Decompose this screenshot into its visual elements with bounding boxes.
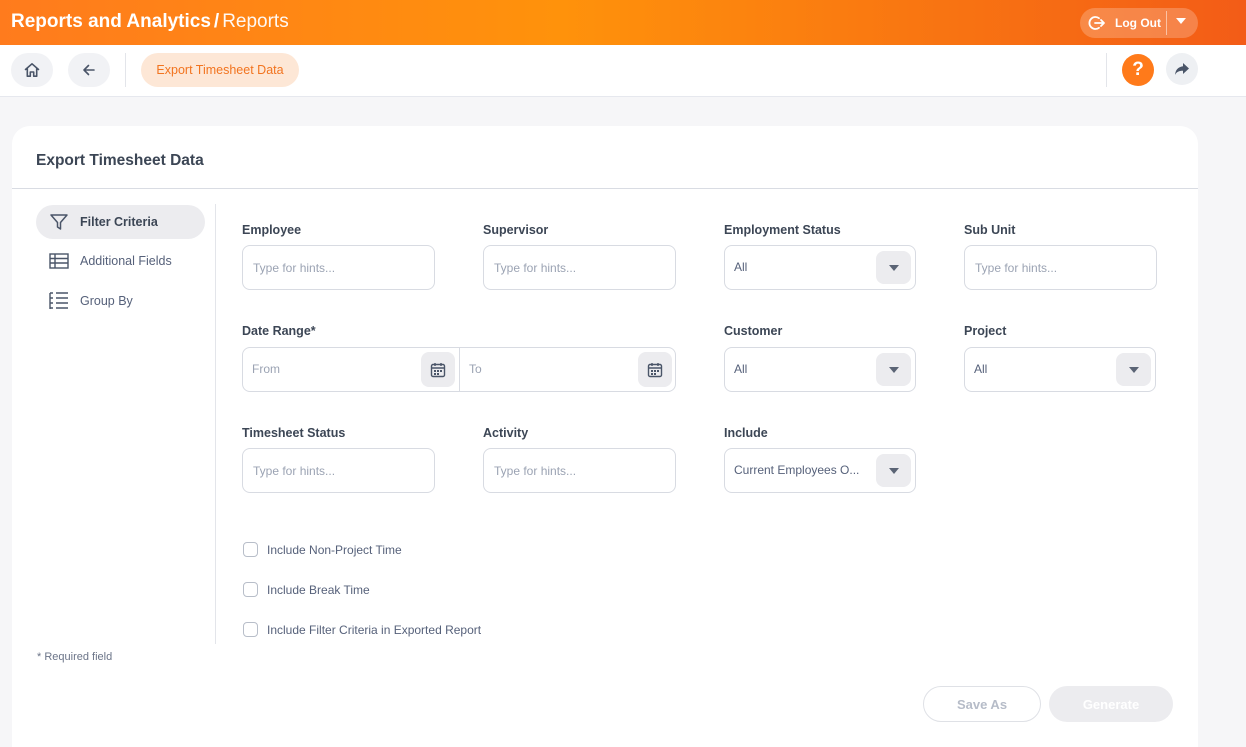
sidebar-item-label: Additional Fields [80,254,172,268]
activity-input[interactable] [483,448,676,493]
activity-label: Activity [483,426,529,440]
customer-value: All [734,362,748,376]
calendar-icon[interactable] [421,352,455,387]
card-divider [12,188,1198,189]
toolbar-divider [125,53,126,87]
timesheet-status-label: Timesheet Status [242,426,346,440]
list-tree-icon [48,291,70,311]
filter-icon [48,212,70,232]
date-to-placeholder: To [469,362,482,376]
page-title: Reports and Analytics / Reports [11,11,289,33]
include-value: Current Employees O... [734,463,860,477]
sidebar-item-label: Filter Criteria [80,215,158,229]
non-project-time-checkbox-row[interactable]: Include Non-Project Time [243,542,402,557]
employment-status-value: All [734,260,748,274]
arrow-left-icon [83,64,95,76]
chevron-down-icon[interactable] [1176,18,1186,24]
customer-select[interactable]: All [724,347,916,392]
share-icon [1175,63,1189,75]
employee-label: Employee [242,223,302,237]
date-from-placeholder: From [252,362,280,376]
sidebar-item-additional-fields[interactable]: Additional Fields [36,244,205,278]
card-title: Export Timesheet Data [36,152,204,169]
filter-criteria-label: Include Filter Criteria in Exported Repo… [267,622,482,637]
project-select[interactable]: All [964,347,1156,392]
non-project-time-checkbox[interactable] [243,542,258,557]
sidebar-item-filter-criteria[interactable]: Filter Criteria [36,205,205,239]
section-title: Reports [222,11,289,32]
report-card: Export Timesheet Data Filter Criteria Ad… [12,126,1198,747]
include-label: Include [724,426,768,440]
project-label: Project [964,324,1007,338]
toolbar-divider-right [1106,53,1107,87]
date-range-field: From To [242,347,676,392]
share-button[interactable] [1166,53,1198,85]
help-icon: ? [1132,59,1144,80]
table-icon [48,251,70,271]
title-separator: / [213,11,220,32]
employee-input[interactable] [242,245,435,290]
chevron-down-icon[interactable] [876,353,911,386]
home-button[interactable] [11,53,53,87]
required-field-note: * Required field [37,651,113,663]
back-button[interactable] [68,53,110,87]
logout-divider [1166,11,1167,35]
non-project-time-label: Include Non-Project Time [267,542,402,557]
top-header-bar: Reports and Analytics / Reports Log Out [0,0,1246,45]
logout-label: Log Out [1115,16,1161,30]
break-time-label: Include Break Time [267,582,370,597]
module-title: Reports and Analytics [11,11,211,32]
employment-status-label: Employment Status [724,223,841,237]
date-to-input[interactable]: To [460,348,676,391]
toolbar: Export Timesheet Data ? [0,45,1246,97]
supervisor-label: Supervisor [483,223,549,237]
filter-criteria-checkbox-row[interactable]: Include Filter Criteria in Exported Repo… [243,622,481,637]
break-time-checkbox-row[interactable]: Include Break Time [243,582,370,597]
break-time-checkbox[interactable] [243,582,258,597]
supervisor-input[interactable] [483,245,676,290]
sub-unit-input[interactable] [964,245,1157,290]
home-icon [24,63,40,77]
logout-icon [1087,13,1107,33]
employment-status-select[interactable]: All [724,245,916,290]
help-button[interactable]: ? [1122,54,1154,86]
sidebar-item-label: Group By [80,294,133,308]
project-value: All [974,362,988,376]
timesheet-status-input[interactable] [242,448,435,493]
chevron-down-icon[interactable] [876,251,911,284]
include-select[interactable]: Current Employees O... [724,448,916,493]
sidebar-item-group-by[interactable]: Group By [36,284,205,318]
date-from-input[interactable]: From [243,348,459,391]
calendar-icon[interactable] [638,352,672,387]
save-as-button[interactable]: Save As [923,686,1041,722]
sidebar-divider [215,204,216,644]
customer-label: Customer [724,324,783,338]
date-range-label: Date Range* [242,324,316,338]
chevron-down-icon[interactable] [1116,353,1151,386]
filter-criteria-checkbox[interactable] [243,622,258,637]
chevron-down-icon[interactable] [876,454,911,487]
generate-button[interactable]: Generate [1049,686,1173,722]
logout-button[interactable]: Log Out [1080,8,1198,38]
breadcrumb-pill[interactable]: Export Timesheet Data [141,53,299,87]
sub-unit-label: Sub Unit [964,223,1016,237]
